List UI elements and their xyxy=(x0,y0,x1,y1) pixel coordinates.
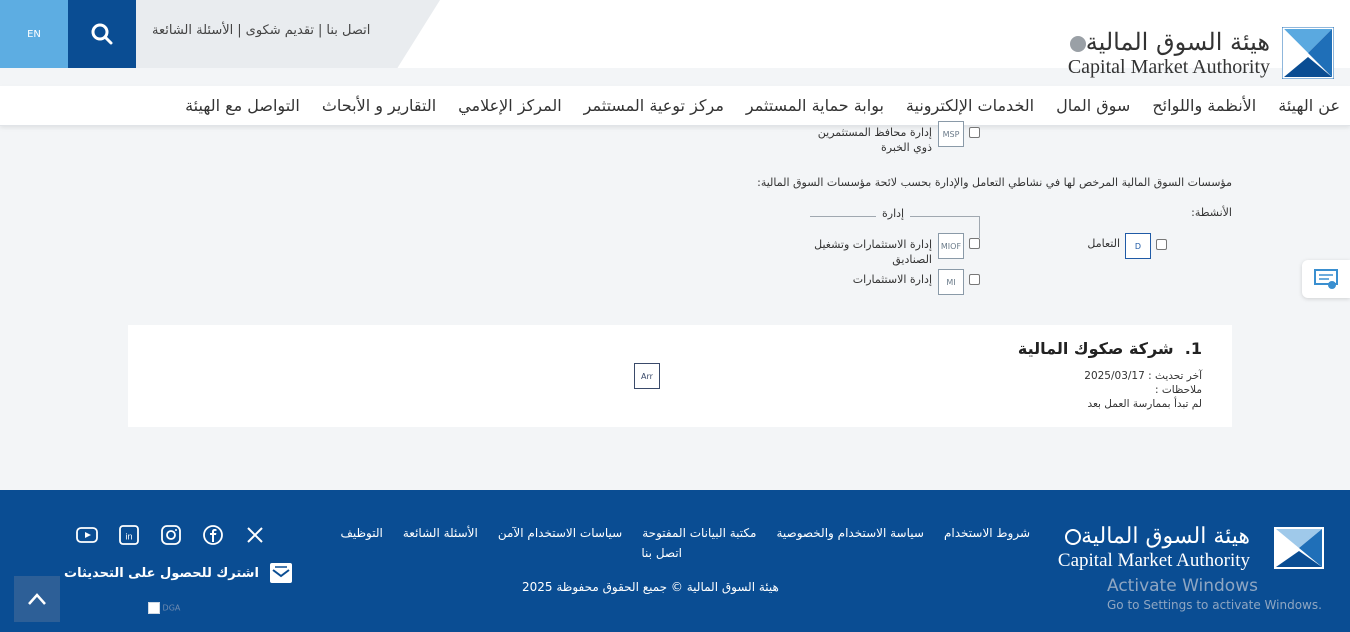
mi-code-badge: MI xyxy=(938,269,964,295)
instagram-icon[interactable] xyxy=(160,524,182,546)
scroll-to-top-button[interactable] xyxy=(14,576,60,622)
footer-link-open-data[interactable]: مكتبة البيانات المفتوحة xyxy=(642,526,756,540)
language-toggle-button[interactable]: EN xyxy=(0,0,68,68)
broken-image-icon xyxy=(148,602,160,614)
nav-item-contact[interactable]: التواصل مع الهيئة xyxy=(185,96,300,115)
management-group-label: إدارة xyxy=(876,207,911,220)
company-card: 1. شركة صكوك المالية آخر تحديث : 2025/03… xyxy=(128,325,1232,427)
nav-item-media-center[interactable]: المركز الإعلامي xyxy=(458,96,562,115)
footer: هيئة السوق المالية Capital Market Author… xyxy=(0,490,1350,632)
x-icon[interactable] xyxy=(244,524,266,546)
footer-link-careers[interactable]: التوظيف xyxy=(340,526,382,540)
miof-code-badge: MIOF xyxy=(938,233,964,259)
faq-link[interactable]: الأسئلة الشائعة xyxy=(152,23,233,38)
footer-logo[interactable]: هيئة السوق المالية Capital Market Author… xyxy=(1058,524,1324,572)
social-links: in xyxy=(76,524,266,546)
logo-text-en: Capital Market Authority xyxy=(1067,56,1270,78)
footer-links: شروط الاستخدام سياسة الاستخدام والخصوصية… xyxy=(310,526,1030,560)
activities-label: الأنشطة: xyxy=(1191,206,1232,219)
company-details: آخر تحديث : 2025/03/17 ملاحظات : لم تبدأ… xyxy=(1002,369,1202,411)
nav-item-investor-protection[interactable]: بوابة حماية المستثمر xyxy=(746,96,884,115)
main-content: MSP إدارة محافظ المستثمرين ذوي الخبرة مؤ… xyxy=(0,121,1350,490)
nav-item-capital-market[interactable]: سوق المال xyxy=(1056,96,1130,115)
miof-label: إدارة الاستثمارات وتشغيل الصناديق xyxy=(814,238,932,266)
emblem-icon xyxy=(1069,35,1086,52)
submit-complaint-link[interactable]: تقديم شكوى xyxy=(246,23,314,38)
search-icon xyxy=(91,23,113,45)
broken-image: DGA xyxy=(148,602,180,614)
footer-link-contact[interactable]: اتصل بنا xyxy=(641,546,682,560)
msp-label: إدارة محافظ المستثمرين ذوي الخبرة xyxy=(817,126,932,154)
newsletter-icon xyxy=(269,563,292,583)
separator: | xyxy=(237,23,242,38)
screen-reader-icon xyxy=(1314,269,1338,289)
mi-label: إدارة الاستثمارات xyxy=(852,273,932,286)
nav-item-investor-awareness[interactable]: مركز توعية المستثمر xyxy=(584,96,724,115)
footer-link-terms[interactable]: شروط الاستخدام xyxy=(944,526,1030,540)
cma-logo[interactable]: هيئة السوق المالية Capital Market Author… xyxy=(1066,24,1334,82)
nav-item-e-services[interactable]: الخدمات الإلكترونية xyxy=(906,96,1034,115)
accessibility-widget[interactable] xyxy=(1302,260,1350,298)
logo-text-ar: هيئة السوق المالية xyxy=(1066,28,1270,56)
company-code-badge: Arr xyxy=(634,363,660,389)
msp-code-badge: MSP xyxy=(938,121,964,147)
svg-text:in: in xyxy=(125,532,132,542)
nav-item-about[interactable]: عن الهيئة xyxy=(1278,96,1340,115)
subscribe-link[interactable]: اشترك للحصول على التحديثات xyxy=(64,562,293,584)
copyright-text: هيئة السوق المالية © جميع الحقوق محفوظة … xyxy=(522,580,779,594)
dealing-code-badge: D xyxy=(1125,233,1151,259)
dealing-label: التعامل xyxy=(1087,237,1120,250)
separator: | xyxy=(318,23,323,38)
last-updated: آخر تحديث : 2025/03/17 xyxy=(1084,370,1202,382)
footer-logo-text-ar: هيئة السوق المالية xyxy=(1058,524,1250,550)
youtube-icon[interactable] xyxy=(76,524,98,546)
main-nav: عن الهيئة الأنظمة واللوائح سوق المال الخ… xyxy=(0,86,1350,126)
miof-checkbox[interactable] xyxy=(969,238,980,249)
footer-link-privacy[interactable]: سياسة الاستخدام والخصوصية xyxy=(776,526,924,540)
nav-item-reports[interactable]: التقارير و الأبحاث xyxy=(322,96,436,115)
linkedin-icon[interactable]: in xyxy=(118,524,140,546)
footer-emblem-icon xyxy=(1065,529,1082,545)
chevron-up-icon xyxy=(28,593,46,605)
dealing-checkbox[interactable] xyxy=(1156,239,1167,250)
notes-label: ملاحظات : xyxy=(1155,384,1202,396)
facebook-icon[interactable] xyxy=(202,524,224,546)
company-title[interactable]: 1. شركة صكوك المالية xyxy=(1018,339,1202,358)
top-links: اتصل بنا | تقديم شكوى | الأسئلة الشائعة xyxy=(152,23,370,38)
footer-logo-text-en: Capital Market Authority xyxy=(1057,550,1250,571)
mi-checkbox[interactable] xyxy=(969,274,980,285)
contact-us-link[interactable]: اتصل بنا xyxy=(326,23,370,38)
licensed-description: مؤسسات السوق المالية المرخص لها في نشاطي… xyxy=(757,176,1232,189)
footer-link-safe-use[interactable]: سياسات الاستخدام الآمن xyxy=(498,526,622,540)
windows-activation-watermark: Activate Windows Go to Settings to activ… xyxy=(1107,576,1322,612)
nav-item-regulations[interactable]: الأنظمة واللوائح xyxy=(1152,96,1256,115)
cma-logo-mark-icon xyxy=(1282,27,1334,79)
msp-checkbox[interactable] xyxy=(969,127,980,138)
footer-logo-mark-icon xyxy=(1274,527,1324,569)
notes-value: لم تبدأ بممارسة العمل بعد xyxy=(1087,398,1202,410)
search-button[interactable] xyxy=(68,0,136,68)
top-header: EN اتصل بنا | تقديم شكوى | الأسئلة الشائ… xyxy=(0,0,1350,79)
footer-link-faq[interactable]: الأسئلة الشائعة xyxy=(403,526,478,540)
